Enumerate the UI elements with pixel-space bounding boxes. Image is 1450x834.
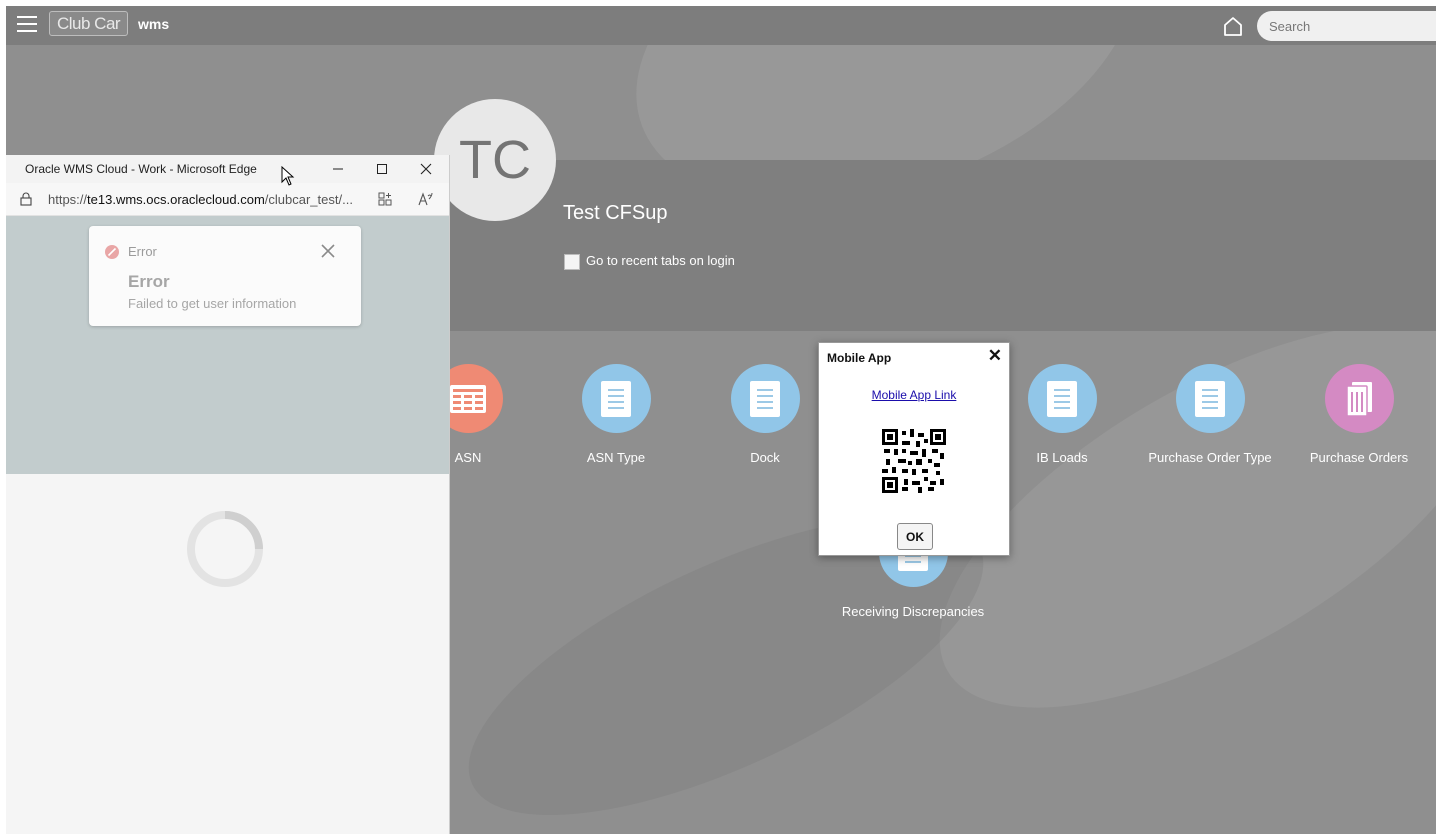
loading-spinner-icon [187,511,263,587]
document-icon [1027,364,1097,433]
app-name: wms [138,16,170,32]
page-content: Error Error Failed to get user informati… [6,216,449,474]
read-aloud-icon[interactable] [417,191,433,207]
documents-icon [1324,364,1394,433]
document-icon [581,364,651,433]
top-bar: Club Car wms [6,6,1436,45]
maximize-icon[interactable] [371,158,393,180]
recent-tabs-checkbox[interactable] [564,254,580,270]
ok-button[interactable]: OK [897,523,933,550]
minimize-icon[interactable] [327,158,349,180]
search-input[interactable] [1257,11,1436,41]
qr-code-icon [882,429,946,493]
home-icon[interactable] [1222,15,1244,37]
toast-label: Error [128,244,157,259]
toast-heading: Error [128,272,170,291]
close-icon[interactable]: ✕ [988,346,1002,366]
url-text[interactable]: https://te13.wms.ocs.oraclecloud.com/clu… [48,192,353,207]
user-name: Test CFSup [563,202,668,224]
tile-label: ASN Type [586,450,646,465]
error-toast: Error Error Failed to get user informati… [89,226,361,326]
tile-purchase-orders[interactable]: Purchase Orders [1284,364,1434,467]
toast-message: Failed to get user information [128,296,297,311]
window-title-bar[interactable]: Oracle WMS Cloud - Work - Microsoft Edge [6,155,449,183]
hamburger-menu-icon[interactable] [17,16,37,32]
document-icon [730,364,800,433]
tile-label: Receiving Discrepancies [841,604,985,619]
tile-asn-type[interactable]: ASN Type [541,364,691,467]
avatar: TC [434,99,556,221]
edge-browser-window: Oracle WMS Cloud - Work - Microsoft Edge… [6,155,450,834]
address-bar[interactable]: https://te13.wms.ocs.oraclecloud.com/clu… [6,183,449,216]
close-icon[interactable] [319,242,337,260]
document-icon [1175,364,1245,433]
tile-label: Purchase Order Type [1148,450,1272,465]
dialog-title: Mobile App [827,351,892,365]
tile-purchase-order-type[interactable]: Purchase Order Type [1135,364,1285,467]
mobile-app-dialog: Mobile App ✕ Mobile App Link OK [818,342,1010,556]
mobile-app-link[interactable]: Mobile App Link [819,388,1009,402]
tile-label: Purchase Orders [1309,450,1409,465]
apps-icon[interactable] [378,192,392,206]
club-car-logo: Club Car [49,11,129,36]
lock-icon [20,192,32,206]
loading-panel [6,474,449,834]
close-window-icon[interactable] [415,158,437,180]
recent-tabs-label: Go to recent tabs on login [586,253,735,268]
error-icon [105,245,119,259]
window-title: Oracle WMS Cloud - Work - Microsoft Edge [25,162,257,176]
mouse-cursor-icon [281,166,295,186]
